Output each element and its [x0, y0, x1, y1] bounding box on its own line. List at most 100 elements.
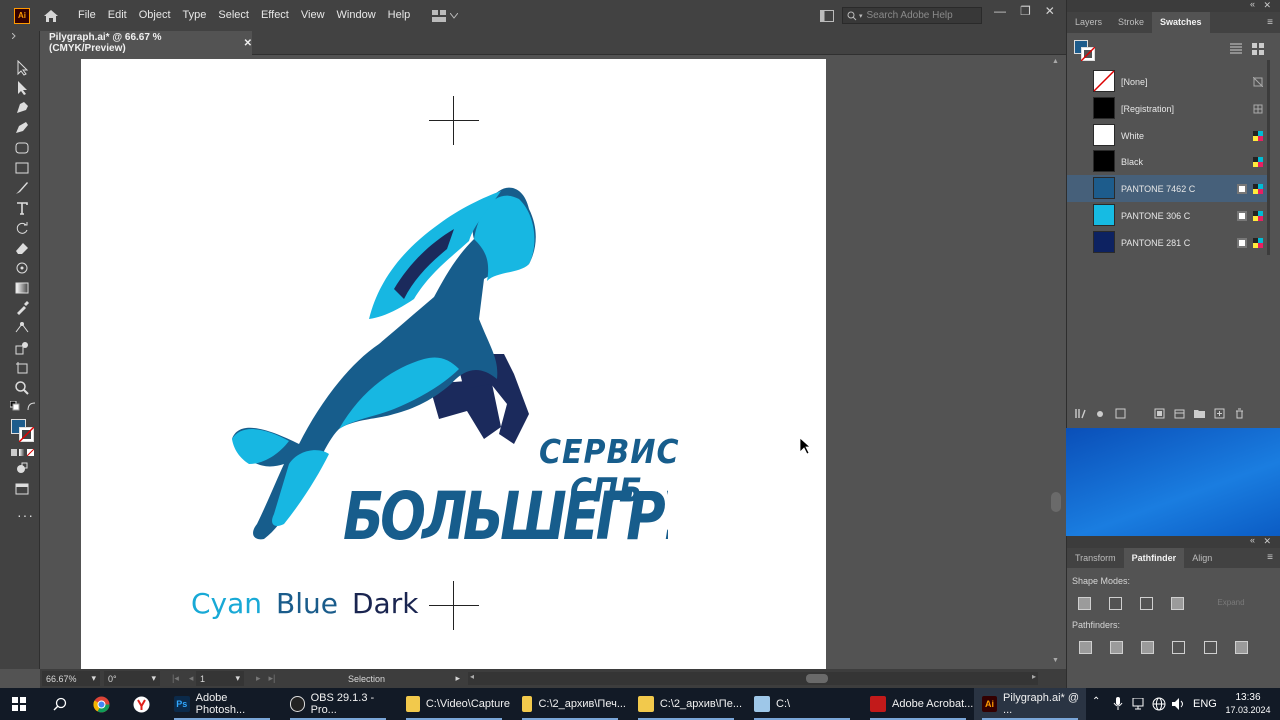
- home-icon[interactable]: [42, 7, 60, 25]
- trim-icon[interactable]: [1110, 641, 1123, 654]
- swatch-row[interactable]: Black: [1067, 148, 1269, 175]
- minimize-button[interactable]: —: [994, 4, 1006, 18]
- curvature-tool-icon[interactable]: [14, 120, 30, 136]
- selection-tool-icon[interactable]: [14, 60, 30, 76]
- taskbar-item-explorer[interactable]: C:\2_архив\Пе...: [630, 688, 742, 720]
- network-icon[interactable]: [1131, 698, 1145, 710]
- artboard-number-field[interactable]: 1 ▾: [196, 671, 244, 686]
- exclude-icon[interactable]: [1171, 597, 1184, 610]
- tab-swatches[interactable]: Swatches: [1152, 12, 1210, 33]
- collapse-panel-icon[interactable]: «: [1250, 535, 1255, 545]
- rotation-field[interactable]: 0° ▾: [104, 671, 160, 686]
- first-artboard-icon[interactable]: |◂: [172, 673, 179, 684]
- artboard-tool-icon[interactable]: [14, 360, 30, 376]
- current-tool-status[interactable]: Selection ▸: [344, 671, 464, 686]
- menu-file[interactable]: File: [72, 0, 102, 31]
- place-swatches-icon[interactable]: [1095, 408, 1106, 419]
- scroll-right-icon[interactable]: ▸: [1032, 672, 1036, 681]
- unite-icon[interactable]: [1078, 597, 1091, 610]
- vertical-scrollbar[interactable]: ▲ ▼: [1048, 56, 1066, 669]
- blend-tool-icon[interactable]: [14, 320, 30, 336]
- tab-pathfinder[interactable]: Pathfinder: [1123, 548, 1185, 568]
- rotate-tool-icon[interactable]: [14, 220, 30, 236]
- menu-window[interactable]: Window: [331, 0, 382, 31]
- swatch-options-icon[interactable]: [1154, 408, 1165, 419]
- stroke-color-swatch[interactable]: [19, 427, 34, 442]
- last-artboard-icon[interactable]: ▸|: [269, 673, 276, 684]
- menu-object[interactable]: Object: [133, 0, 177, 31]
- taskbar-item-acrobat[interactable]: Adobe Acrobat...: [862, 688, 974, 720]
- swatches-scrollbar[interactable]: [1267, 60, 1270, 255]
- swatch-row[interactable]: PANTONE 281 C: [1067, 229, 1269, 256]
- close-panel-icon[interactable]: ✕: [1263, 0, 1271, 11]
- zoom-tool-icon[interactable]: [14, 380, 30, 396]
- swatch-row[interactable]: PANTONE 306 C: [1067, 202, 1269, 229]
- swatch-libraries-icon[interactable]: [1075, 408, 1086, 419]
- menu-effect[interactable]: Effect: [255, 0, 295, 31]
- taskbar-item-explorer[interactable]: C:\Video\Capture: [398, 688, 510, 720]
- horizontal-scrollbar[interactable]: ◂ ▸: [468, 672, 1038, 685]
- artboard[interactable]: СЕРВИС СПБ БОЛЬШЕГРУЗ Cyan Blue Dark: [81, 59, 826, 669]
- minus-front-icon[interactable]: [1109, 597, 1122, 610]
- taskbar-item-photoshop[interactable]: Ps Adobe Photosh...: [166, 688, 278, 720]
- collapse-panel-icon[interactable]: «: [1250, 0, 1255, 9]
- taskbar-item-drive[interactable]: C:\: [746, 688, 858, 720]
- vertical-scroll-thumb[interactable]: [1051, 492, 1061, 512]
- eyedropper-tool-icon[interactable]: [14, 300, 30, 316]
- workspace-switcher[interactable]: [432, 9, 459, 22]
- folder-icon[interactable]: [1194, 408, 1205, 419]
- input-language[interactable]: ENG: [1193, 698, 1217, 710]
- clock[interactable]: 13:36 17.03.2024: [1224, 691, 1272, 717]
- tab-transform[interactable]: Transform: [1067, 548, 1124, 568]
- new-swatch-icon[interactable]: [1214, 408, 1225, 419]
- none-mode-icon[interactable]: [27, 449, 34, 456]
- collapse-toolbar-icon[interactable]: [12, 33, 18, 39]
- pen-tool-icon[interactable]: [14, 100, 30, 116]
- swatch-row[interactable]: PANTONE 7462 C: [1067, 175, 1269, 202]
- direct-selection-tool-icon[interactable]: [14, 80, 30, 96]
- new-color-group-icon[interactable]: [1174, 408, 1185, 419]
- stroke-swatch-preview[interactable]: [1081, 47, 1095, 61]
- restore-button[interactable]: ❐: [1020, 4, 1031, 18]
- eraser-tool-icon[interactable]: [14, 240, 30, 256]
- horizontal-scroll-thumb[interactable]: [806, 674, 828, 683]
- microphone-icon[interactable]: [1113, 697, 1123, 711]
- show-swatch-kinds-icon[interactable]: [1115, 408, 1126, 419]
- puppet-warp-tool-icon[interactable]: [14, 260, 30, 276]
- close-window-button[interactable]: ✕: [1045, 4, 1055, 18]
- crop-icon[interactable]: [1172, 641, 1185, 654]
- prev-artboard-icon[interactable]: ◂: [189, 673, 194, 684]
- merge-icon[interactable]: [1141, 641, 1154, 654]
- show-hidden-icons-icon[interactable]: ⌃: [1092, 696, 1100, 707]
- illustrator-app-icon[interactable]: Ai: [14, 7, 30, 24]
- intersect-icon[interactable]: [1140, 597, 1153, 610]
- zoom-field[interactable]: 66.67% ▾: [42, 671, 100, 686]
- brand-text[interactable]: БОЛЬШЕГРУЗ: [343, 477, 668, 558]
- panel-menu-icon[interactable]: ≡: [1267, 552, 1273, 563]
- scroll-up-icon[interactable]: ▲: [1052, 58, 1059, 65]
- search-adobe-help-input[interactable]: ▾ Search Adobe Help: [842, 7, 982, 24]
- default-colors-icon[interactable]: [10, 401, 20, 411]
- language-globe-icon[interactable]: [1152, 697, 1166, 711]
- scroll-left-icon[interactable]: ◂: [470, 672, 474, 681]
- list-view-icon[interactable]: [1230, 43, 1242, 55]
- menu-type[interactable]: Type: [177, 0, 213, 31]
- windows-start-icon[interactable]: [12, 697, 26, 711]
- draw-mode-icon[interactable]: [14, 460, 30, 476]
- symbol-sprayer-tool-icon[interactable]: [14, 340, 30, 356]
- minus-back-icon[interactable]: [1235, 641, 1248, 654]
- rectangle-tool-icon[interactable]: [14, 160, 30, 176]
- tab-align[interactable]: Align: [1184, 548, 1220, 568]
- tab-layers[interactable]: Layers: [1067, 12, 1110, 33]
- menu-view[interactable]: View: [295, 0, 331, 31]
- expand-button[interactable]: Expand: [1211, 596, 1251, 610]
- color-mode-icon[interactable]: [11, 449, 17, 456]
- menu-edit[interactable]: Edit: [102, 0, 133, 31]
- volume-icon[interactable]: [1171, 697, 1185, 711]
- close-panel-icon[interactable]: ✕: [1263, 536, 1271, 547]
- label-dark[interactable]: Dark: [352, 587, 418, 620]
- delete-swatch-icon[interactable]: [1234, 408, 1245, 419]
- yandex-browser-icon[interactable]: [133, 696, 150, 713]
- paintbrush-tool-icon[interactable]: [14, 180, 30, 196]
- next-artboard-icon[interactable]: ▸: [256, 673, 261, 684]
